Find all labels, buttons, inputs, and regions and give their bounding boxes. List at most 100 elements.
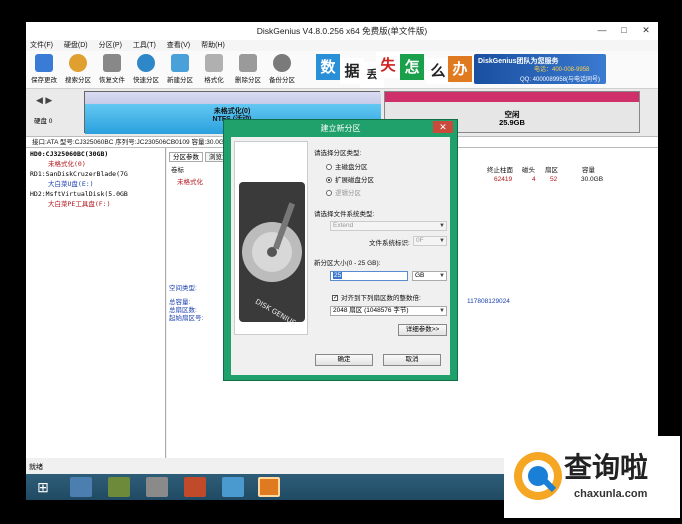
taskbar-diskgenius-icon[interactable] [258, 477, 280, 497]
taskbar-app-icon[interactable] [70, 477, 92, 497]
free-space-header [385, 92, 639, 102]
disk-nav-arrows[interactable]: ◀ ▶ [36, 95, 52, 106]
partition-type-label: 请选择分区类型: [314, 150, 362, 157]
tree-item-unformatted[interactable]: 未格式化(0) [48, 160, 86, 169]
fs-id-select[interactable]: 0F ▼ [413, 236, 447, 246]
size-value: 25 [333, 272, 343, 279]
fs-type-value: Extend [333, 222, 354, 229]
search-partition-button[interactable]: 搜索分区 [62, 54, 94, 84]
size-label: 新分区大小(0 - 25 GB): [314, 260, 381, 267]
chevron-down-icon: ▼ [439, 273, 445, 279]
col-head: 磁头 [522, 167, 535, 174]
row-end-cylinder: 62419 [494, 176, 513, 183]
taskbar-app-icon[interactable] [184, 477, 206, 497]
banner-char: 数 [316, 54, 340, 80]
menu-partition[interactable]: 分区(P) [99, 42, 122, 49]
menu-disk[interactable]: 硬盘(D) [64, 42, 88, 49]
new-partition-label: 新建分区 [167, 77, 193, 84]
minimize-button[interactable]: — [592, 22, 612, 38]
align-select[interactable]: 2048 扇区 (1048576 字节) ▼ [330, 306, 447, 316]
search-icon [69, 54, 87, 72]
detail-sector-count: 117808129024 [467, 298, 510, 305]
watermark-url: chaxunla.com [574, 488, 648, 500]
dialog-title: 建立新分区 [320, 124, 361, 133]
watermark-text: 查询啦 [564, 451, 649, 484]
tree-item-hd0[interactable]: HD0:CJ325060BC(30GB) [30, 150, 108, 159]
windows-start-icon[interactable]: ⊞ [32, 477, 54, 497]
backup-partition-label: 备份分区 [269, 77, 295, 84]
menu-help[interactable]: 帮助(H) [201, 42, 225, 49]
row-label: 未格式化 [177, 179, 203, 186]
delete-icon [239, 54, 257, 72]
close-window-button[interactable]: ✕ [636, 22, 656, 38]
radio-extended[interactable]: 扩展磁盘分区 [326, 174, 374, 184]
backup-icon [273, 54, 291, 72]
tree-item-pe-disk[interactable]: 大白菜PE工具盘(F:) [48, 200, 110, 209]
quick-partition-label: 快速分区 [133, 77, 159, 84]
row-head: 4 [532, 176, 536, 183]
tree-item-hd2[interactable]: HD2:MsftVirtualDisk(5.0GB [30, 190, 128, 199]
dialog-body: DISK GENIUS 请选择分区类型: 主磁盘分区 扩展磁盘分区 逻辑分区 请… [231, 137, 450, 375]
fs-id-label: 文件系统标识: [369, 240, 410, 247]
size-input[interactable]: 25 [330, 271, 408, 281]
taskbar-app-icon[interactable] [222, 477, 244, 497]
backup-partition-button[interactable]: 备份分区 [266, 54, 298, 84]
window-title: DiskGenius V4.8.0.256 x64 免费版(单文件版) [256, 26, 428, 36]
align-value: 2048 扇区 (1048576 字节) [333, 307, 409, 314]
disk-image: DISK GENIUS [234, 141, 308, 335]
menu-file[interactable]: 文件(F) [30, 42, 53, 49]
menu-view[interactable]: 查看(V) [167, 42, 190, 49]
recover-files-button[interactable]: 恢复文件 [96, 54, 128, 84]
align-checkbox[interactable]: ✓ 对齐到下列扇区数的整数倍: [332, 292, 421, 302]
tree-item-rd1[interactable]: RD1:SanDiskCruzerBlade(7G [30, 170, 128, 179]
ok-button[interactable]: 确定 [315, 354, 373, 366]
col-label: 卷标 [171, 167, 184, 174]
quick-partition-button[interactable]: 快速分区 [130, 54, 162, 84]
chevron-down-icon: ▼ [439, 223, 445, 229]
radio-logical-label: 逻辑分区 [335, 190, 361, 197]
banner-phone: 电话：400-008-9958 [534, 67, 590, 73]
save-changes-button[interactable]: 保存更改 [28, 54, 60, 84]
fs-id-value: 0F [416, 237, 424, 244]
new-partition-button[interactable]: 新建分区 [164, 54, 196, 84]
new-partition-dialog: 建立新分区 ✕ DISK GENIUS 请选择分区类型: 主磁盘分区 扩展磁盘分… [223, 119, 458, 381]
menu-bar: 文件(F) 硬盘(D) 分区(P) 工具(T) 查看(V) 帮助(H) [26, 40, 658, 51]
recover-files-label: 恢复文件 [99, 77, 125, 84]
col-capacity: 容量 [582, 167, 595, 174]
radio-selected-icon [326, 177, 332, 184]
disk-label: 硬盘 0 [34, 118, 53, 125]
taskbar-app-icon[interactable] [108, 477, 130, 497]
fs-type-select[interactable]: Extend ▼ [330, 221, 447, 231]
tree-item-usb-drive[interactable]: 大白菜U盘(E:) [48, 180, 94, 189]
advanced-params-button[interactable]: 详细参数>> [398, 324, 447, 336]
col-end-cylinder: 终止柱面 [487, 167, 513, 174]
banner-qq: QQ: 4000089958(与电话同号) [520, 77, 601, 83]
size-unit-value: GB [415, 272, 425, 279]
quick-partition-icon [137, 54, 155, 72]
banner-char: 失 [376, 52, 400, 78]
radio-icon [326, 190, 332, 197]
hard-drive-icon: DISK GENIUS [235, 142, 307, 334]
delete-partition-button[interactable]: 删除分区 [232, 54, 264, 84]
taskbar-app-icon[interactable] [146, 477, 168, 497]
radio-primary[interactable]: 主磁盘分区 [326, 161, 368, 171]
size-unit-select[interactable]: GB ▼ [412, 271, 447, 281]
status-text: 就绪 [29, 464, 43, 471]
ad-banner[interactable]: 数 据 丢 失 怎 么 办 DiskGenius团队为您服务 电话：400-00… [316, 52, 606, 88]
col-sector: 扇区 [545, 167, 558, 174]
save-changes-label: 保存更改 [31, 77, 57, 84]
detail-start-sector: 起始扇区号: [169, 315, 204, 322]
radio-extended-label: 扩展磁盘分区 [335, 177, 374, 184]
recover-icon [103, 54, 121, 72]
maximize-button[interactable]: □ [614, 22, 634, 38]
menu-tools[interactable]: 工具(T) [133, 42, 156, 49]
watermark: 查询啦 chaxunla.com [504, 436, 680, 518]
radio-logical[interactable]: 逻辑分区 [326, 187, 361, 197]
cancel-button[interactable]: 取消 [383, 354, 441, 366]
banner-char: 办 [448, 56, 472, 82]
dialog-close-button[interactable]: ✕ [433, 121, 453, 133]
radio-icon [326, 164, 332, 171]
checkbox-checked-icon: ✓ [332, 295, 339, 302]
tab-partition-params[interactable]: 分区参数 [169, 152, 203, 162]
format-button[interactable]: 格式化 [198, 54, 230, 84]
